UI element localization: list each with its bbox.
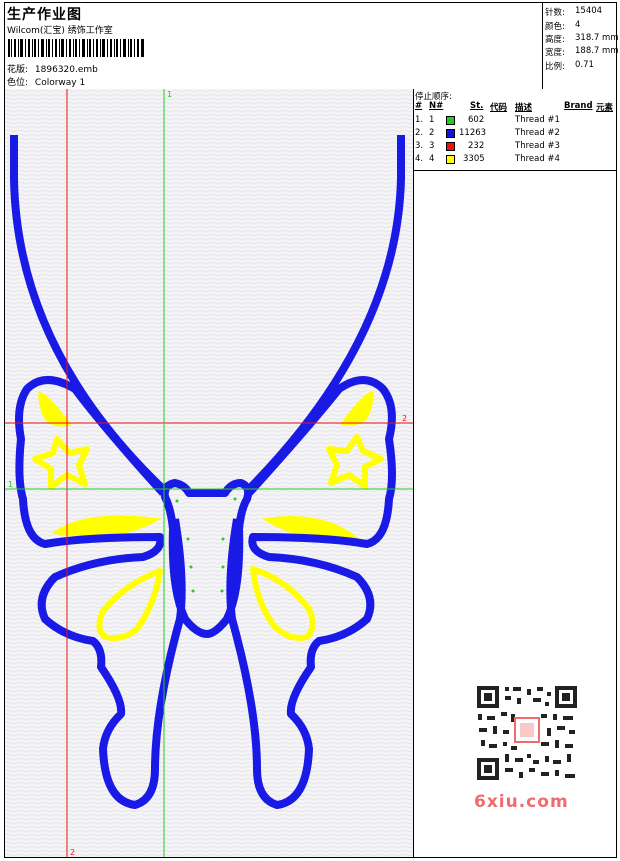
stat-scale: 比例: 0.71 bbox=[545, 60, 594, 72]
col-header-index: # bbox=[415, 101, 423, 111]
header-info: 生产作业图 Wilcom(汇宝) 绣饰工作室 花版: 1896320.emb 色… bbox=[5, 3, 541, 89]
design-label: 花版: bbox=[7, 65, 29, 75]
stat-stitches: 针数: 15404 bbox=[545, 6, 602, 18]
red-guide-right-label: 2 bbox=[402, 414, 407, 423]
stat-label: 高度: bbox=[545, 35, 565, 45]
worksheet-header: 生产作业图 Wilcom(汇宝) 绣饰工作室 花版: 1896320.emb 色… bbox=[5, 3, 619, 90]
green-dot bbox=[221, 537, 225, 541]
row-index: 4. bbox=[415, 154, 424, 164]
row-description: Thread #1 bbox=[515, 115, 560, 125]
green-dot bbox=[186, 537, 190, 541]
stat-value: 4 bbox=[575, 20, 581, 30]
col-header-description: 描述 bbox=[515, 103, 533, 113]
watermark-text: 6xiu.com bbox=[474, 792, 569, 812]
design-preview-canvas: 1 1 2 2 bbox=[5, 89, 414, 857]
stat-label: 宽度: bbox=[545, 48, 565, 58]
page-title: 生产作业图 bbox=[7, 7, 82, 23]
colorway-label: 色位: bbox=[7, 78, 29, 88]
row-stitch-count: 11263 bbox=[459, 128, 487, 138]
thread-panel: 停止顺序: # N# St. 代码 描述 Brand 元素 1. 1 602 T… bbox=[414, 89, 616, 857]
stat-colors: 颜色: 4 bbox=[545, 20, 580, 32]
green-guide-top-label: 1 bbox=[167, 90, 172, 99]
green-dot bbox=[191, 589, 195, 593]
green-dot bbox=[233, 497, 237, 501]
barcode-icon bbox=[8, 39, 144, 57]
row-index: 3. bbox=[415, 141, 424, 151]
col-header-brand: Brand bbox=[564, 101, 593, 111]
green-guide-left-label: 1 bbox=[8, 480, 13, 489]
thread-row: 3. 3 232 Thread #3 bbox=[414, 141, 616, 154]
row-number: 3 bbox=[429, 141, 435, 151]
row-number: 4 bbox=[429, 154, 435, 164]
green-dot bbox=[221, 565, 225, 569]
green-dot bbox=[220, 589, 224, 593]
row-number: 2 bbox=[429, 128, 435, 138]
stat-label: 比例: bbox=[545, 62, 565, 72]
thread-color-swatch bbox=[446, 116, 455, 125]
stat-label: 针数: bbox=[545, 8, 565, 18]
colorway-row: 色位: Colorway 1 bbox=[7, 75, 85, 88]
qr-code-icon bbox=[475, 684, 579, 782]
stat-value: 15404 bbox=[575, 6, 603, 16]
thread-color-swatch bbox=[446, 129, 455, 138]
row-number: 1 bbox=[429, 115, 435, 125]
row-description: Thread #4 bbox=[515, 154, 560, 164]
green-dot bbox=[189, 565, 193, 569]
design-stats: 针数: 15404 颜色: 4 高度: 318.7 mm 宽度: 188.7 mm 比例… bbox=[542, 3, 619, 89]
row-stitch-count: 232 bbox=[468, 141, 485, 151]
colorway-name: Colorway 1 bbox=[34, 78, 86, 88]
stat-value: 318.7 mm bbox=[575, 33, 619, 43]
design-file-name: 1896320.emb bbox=[34, 65, 98, 75]
thread-row: 1. 1 602 Thread #1 bbox=[414, 115, 616, 128]
stat-label: 颜色: bbox=[545, 22, 565, 32]
col-header-code: 代码 bbox=[490, 103, 508, 113]
red-guide-bottom-label: 2 bbox=[70, 848, 75, 857]
row-stitch-count: 3305 bbox=[463, 154, 485, 164]
row-stitch-count: 602 bbox=[468, 115, 485, 125]
stat-width: 宽度: 188.7 mm bbox=[545, 46, 619, 58]
col-header-stitches: St. bbox=[470, 101, 484, 111]
stop-sequence-table: 停止顺序: # N# St. 代码 描述 Brand 元素 1. 1 602 T… bbox=[414, 89, 616, 171]
thread-color-swatch bbox=[446, 142, 455, 151]
stat-value: 188.7 mm bbox=[575, 46, 619, 56]
row-index: 1. bbox=[415, 115, 424, 125]
col-header-element: 元素 bbox=[596, 103, 614, 113]
green-dot bbox=[175, 499, 179, 503]
production-worksheet: 生产作业图 Wilcom(汇宝) 绣饰工作室 花版: 1896320.emb 色… bbox=[4, 2, 619, 858]
row-description: Thread #2 bbox=[515, 128, 560, 138]
row-index: 2. bbox=[415, 128, 424, 138]
thread-row: 4. 4 3305 Thread #4 bbox=[414, 154, 616, 167]
stat-height: 高度: 318.7 mm bbox=[545, 33, 619, 45]
software-subtitle: Wilcom(汇宝) 绣饰工作室 bbox=[7, 26, 113, 36]
thread-row: 2. 2 11263 Thread #2 bbox=[414, 128, 616, 141]
thread-color-swatch bbox=[446, 155, 455, 164]
col-header-number: N# bbox=[429, 101, 444, 111]
butterfly-embroidery-design: 1 1 2 2 bbox=[5, 89, 413, 857]
stat-value: 0.71 bbox=[575, 60, 594, 70]
row-description: Thread #3 bbox=[515, 141, 560, 151]
design-file-row: 花版: 1896320.emb bbox=[7, 62, 98, 75]
